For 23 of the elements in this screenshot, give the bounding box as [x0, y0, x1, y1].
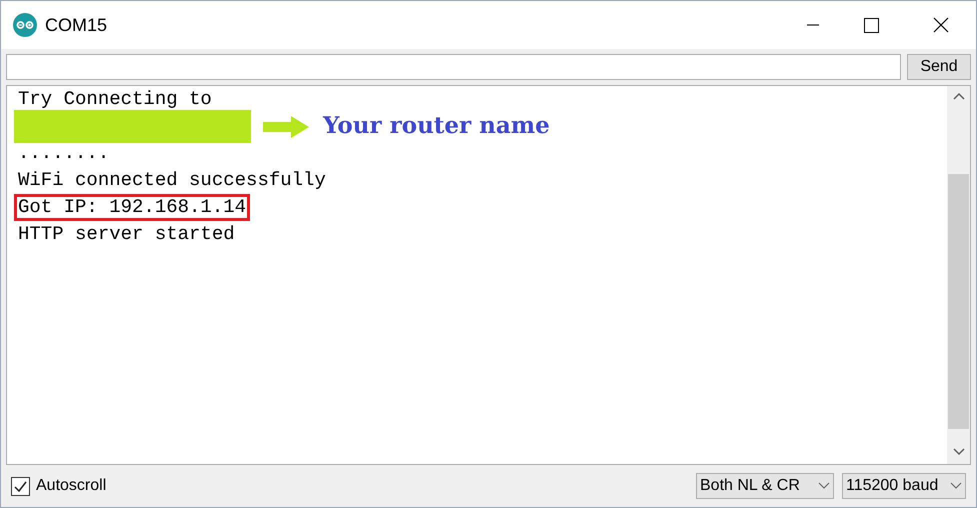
- scroll-down-icon[interactable]: [952, 448, 964, 456]
- send-button[interactable]: Send: [907, 54, 971, 80]
- scroll-up-icon[interactable]: [952, 92, 964, 100]
- output-line: HTTP server started: [18, 222, 235, 248]
- autoscroll-checkbox[interactable]: [11, 476, 30, 496]
- annotation-label: Your router name: [323, 111, 550, 142]
- line-ending-dropdown[interactable]: Both NL & CR: [696, 473, 834, 499]
- minimize-icon: [806, 24, 820, 26]
- caret-icon: [950, 482, 962, 490]
- autoscroll-label: Autoscroll: [36, 476, 106, 496]
- maximize-icon: [864, 18, 878, 32]
- output-line: ........: [18, 141, 110, 166]
- caret-icon: [818, 482, 830, 490]
- arrow-icon: [263, 116, 309, 138]
- app-logo-icon: [13, 13, 37, 37]
- message-input-field[interactable]: [6, 54, 901, 80]
- output-line: Try Connecting to: [18, 87, 212, 112]
- output-line: WiFi connected successfully: [18, 168, 326, 194]
- vertical-scrollbar[interactable]: [947, 86, 970, 464]
- scrollbar-thumb[interactable]: [948, 174, 969, 429]
- baud-rate-dropdown[interactable]: 115200 baud: [842, 473, 966, 499]
- close-icon: [933, 17, 949, 33]
- window-title: COM15: [45, 14, 108, 36]
